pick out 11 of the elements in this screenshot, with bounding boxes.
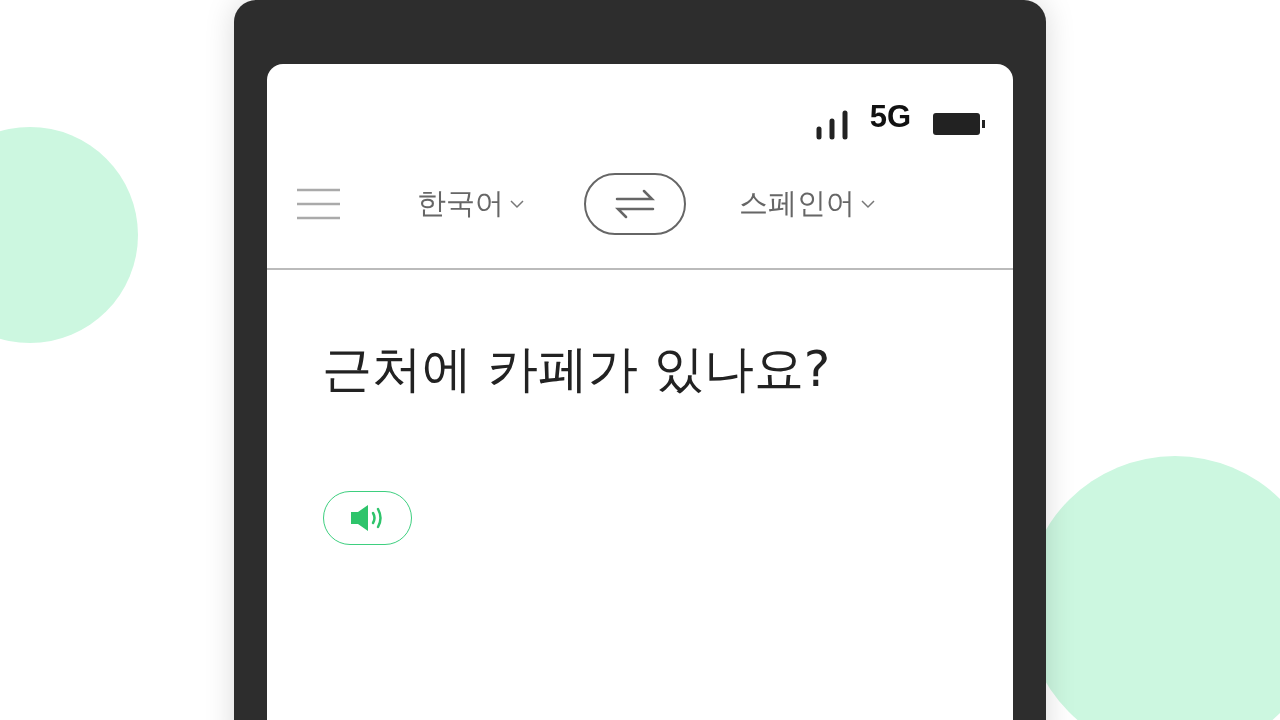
source-language-dropdown[interactable]: 한국어 bbox=[417, 182, 524, 226]
swap-icon bbox=[615, 189, 655, 219]
signal-icon bbox=[815, 110, 850, 140]
target-language-dropdown[interactable]: 스페인어 bbox=[739, 182, 875, 226]
speak-button[interactable] bbox=[323, 491, 412, 545]
network-label: 5G bbox=[869, 97, 911, 136]
menu-icon[interactable] bbox=[297, 188, 340, 220]
chevron-down-icon bbox=[510, 199, 524, 209]
chevron-down-icon bbox=[861, 199, 875, 209]
source-text: 근처에 카페가 있나요? bbox=[321, 339, 832, 400]
battery-icon bbox=[933, 112, 985, 136]
